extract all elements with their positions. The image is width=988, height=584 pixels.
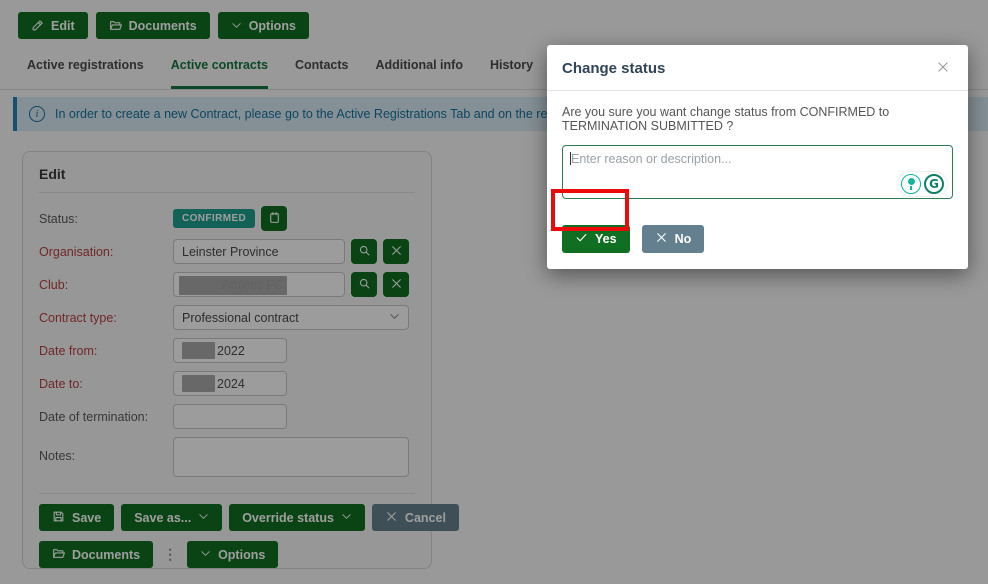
yes-button[interactable]: Yes <box>562 225 630 253</box>
modal-title: Change status <box>562 60 665 77</box>
change-status-modal: Change status Are you sure you want chan… <box>547 45 968 269</box>
reason-field-wrap: G <box>562 145 953 204</box>
grammarly-logo-icon[interactable]: G <box>924 174 944 194</box>
no-button[interactable]: No <box>642 225 705 253</box>
modal-actions: Yes No <box>562 225 953 253</box>
confirmation-message: Are you sure you want change status from… <box>562 105 953 133</box>
close-icon <box>655 231 668 247</box>
app-screen: Edit Documents Options Active registrati… <box>0 0 988 584</box>
modal-header: Change status <box>547 45 968 91</box>
text-cursor <box>570 152 571 165</box>
grammarly-suggestions-icon[interactable] <box>901 174 921 194</box>
grammarly-widget: G <box>898 172 947 196</box>
check-icon <box>575 231 588 247</box>
yes-button-label: Yes <box>595 232 617 246</box>
reason-textarea[interactable] <box>562 145 953 199</box>
no-button-label: No <box>675 232 692 246</box>
modal-body: Are you sure you want change status from… <box>547 91 968 269</box>
close-icon <box>936 60 950 77</box>
modal-close-button[interactable] <box>934 58 952 79</box>
